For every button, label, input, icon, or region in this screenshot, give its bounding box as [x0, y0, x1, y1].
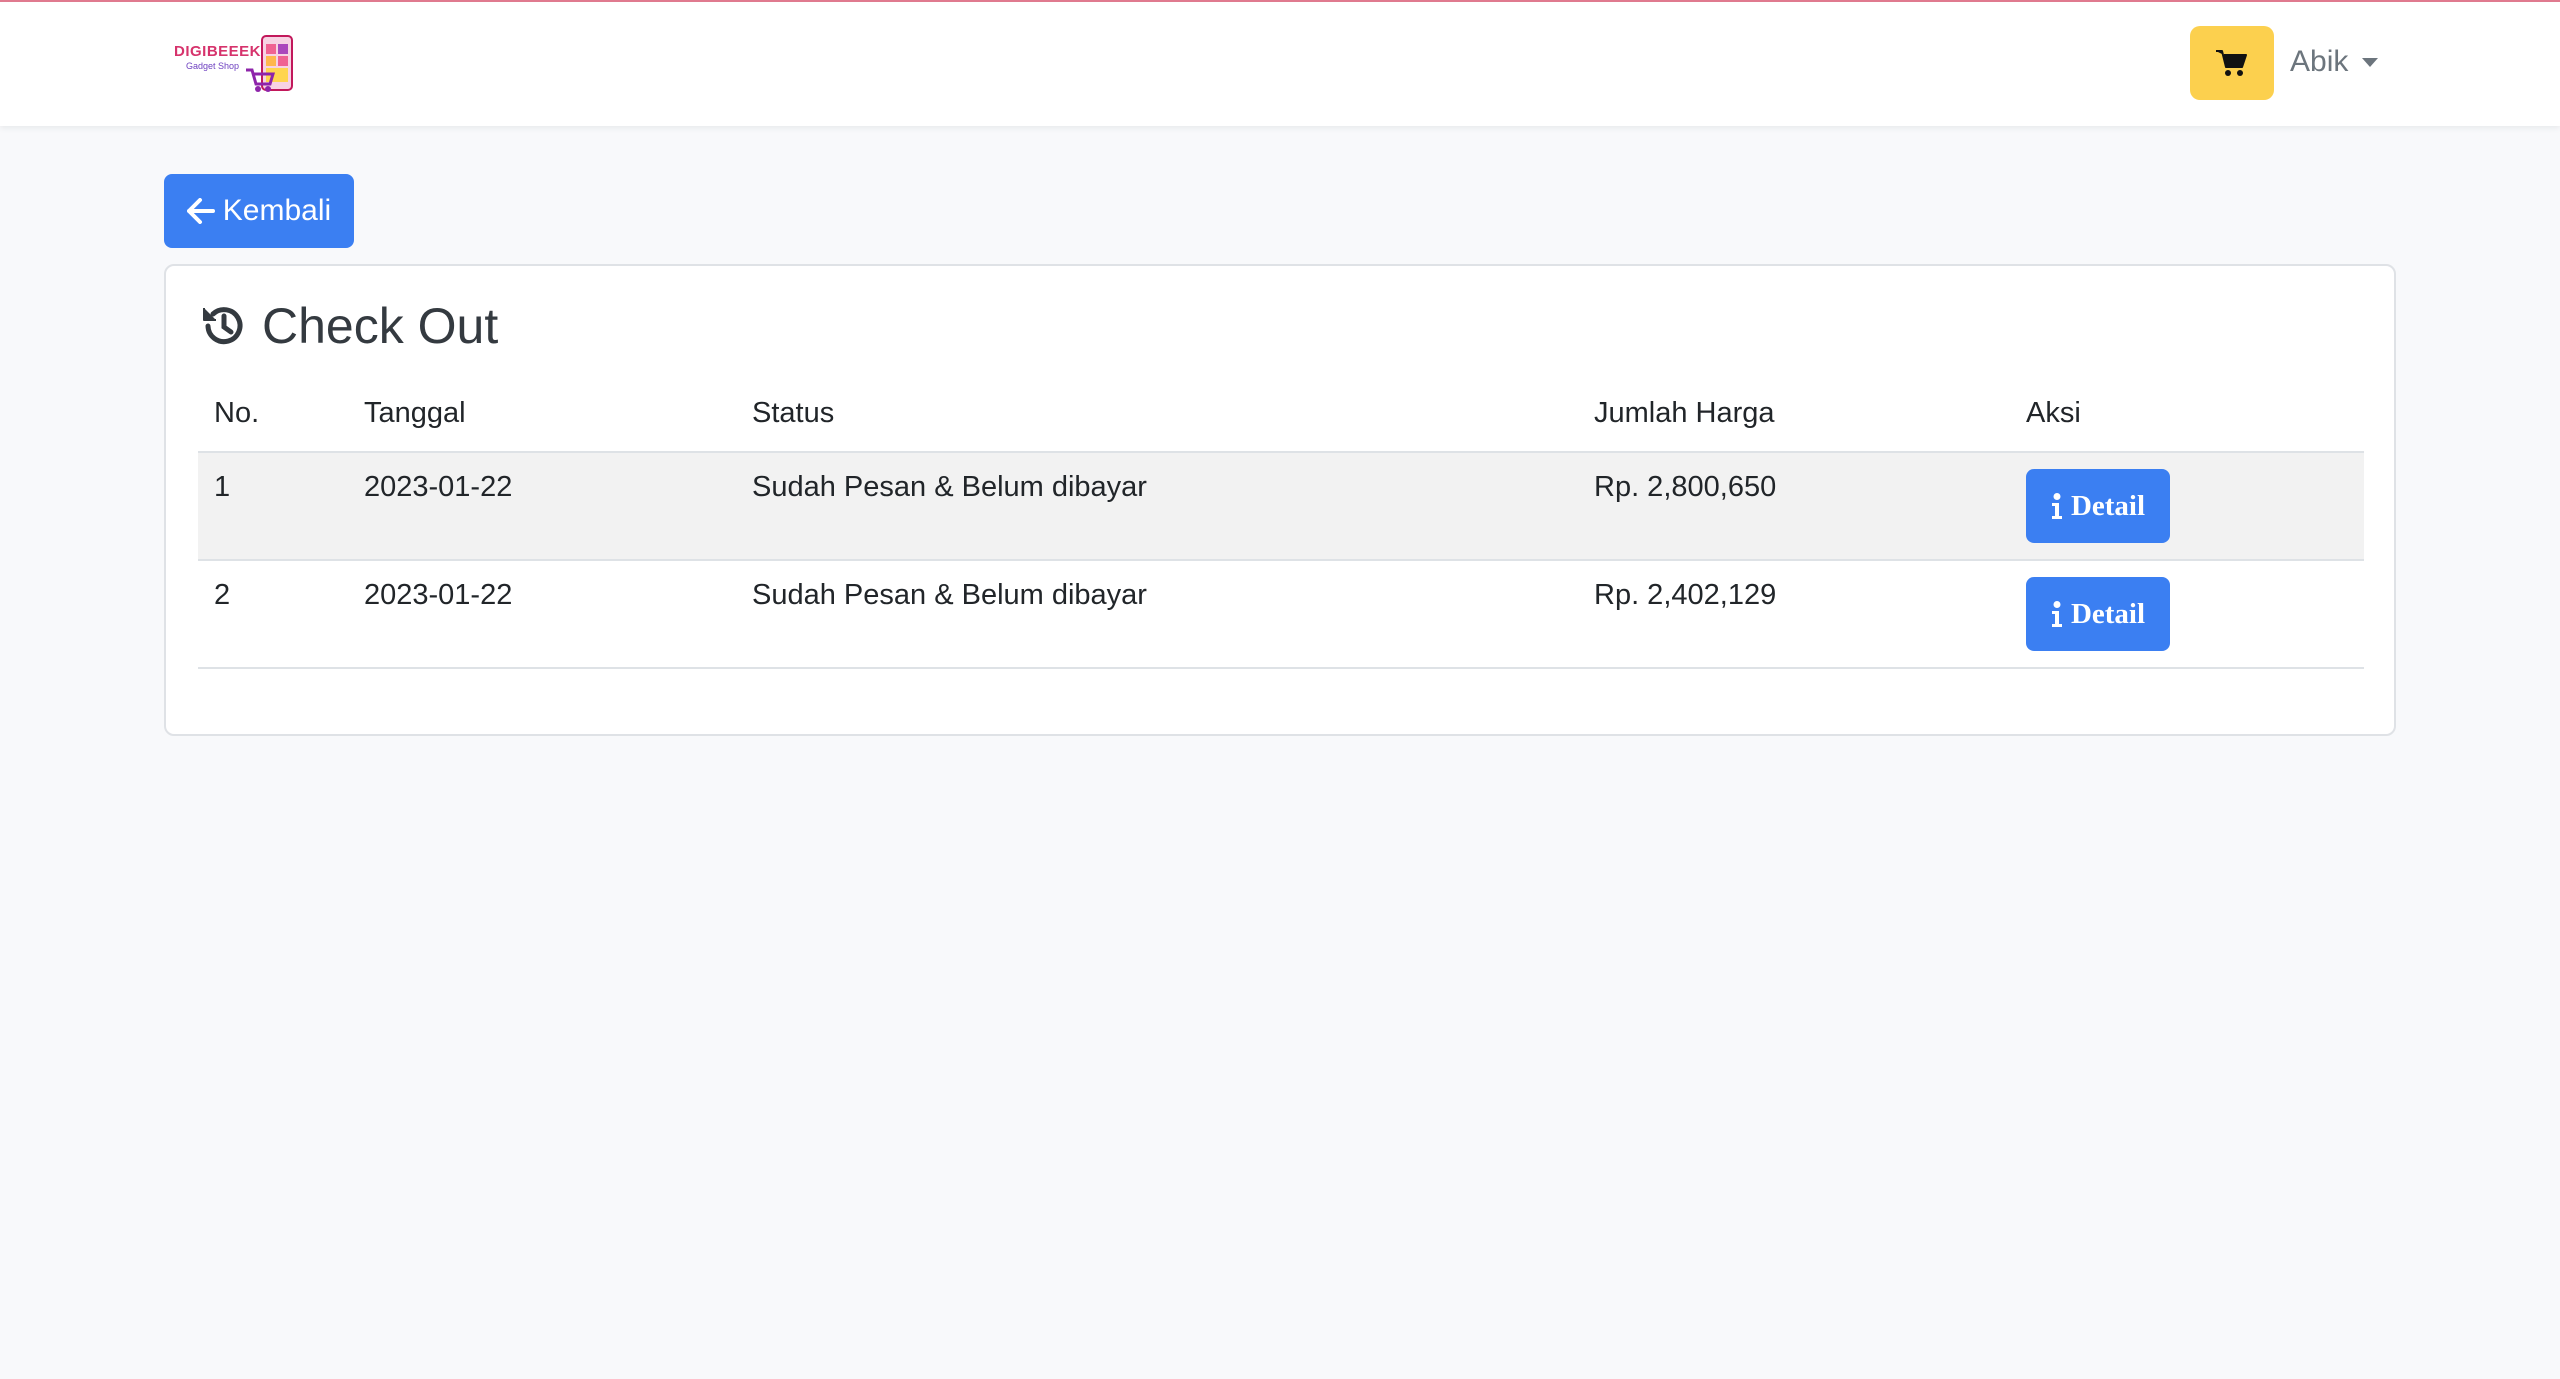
navbar: DIGIBEEEK Gadget Shop Abik [0, 0, 2560, 126]
info-icon [2051, 493, 2062, 519]
back-button[interactable]: Kembali [164, 174, 354, 248]
back-button-label: Kembali [222, 194, 332, 227]
cell-action: Detail [2010, 560, 2364, 669]
detail-button[interactable]: Detail [2026, 577, 2170, 651]
cell-total: Rp. 2,402,129 [1578, 560, 2010, 669]
cell-date: 2023-01-22 [348, 560, 736, 669]
brand-logo[interactable]: DIGIBEEEK Gadget Shop [172, 32, 298, 96]
cell-status: Sudah Pesan & Belum dibayar [736, 560, 1578, 669]
chevron-down-icon [2362, 57, 2379, 67]
cart-button[interactable] [2190, 26, 2274, 100]
shopping-cart-icon [2216, 50, 2247, 76]
cell-status: Sudah Pesan & Belum dibayar [736, 452, 1578, 561]
info-icon [2051, 601, 2062, 627]
arrow-left-icon [186, 198, 215, 224]
column-header-action: Aksi [2010, 376, 2364, 453]
detail-button[interactable]: Detail [2026, 469, 2170, 543]
page-title-text: Check Out [262, 298, 499, 354]
detail-button-label: Detail [2070, 489, 2146, 522]
table-header-row: No. Tanggal Status Jumlah Harga Aksi [198, 376, 2364, 453]
column-header-no: No. [198, 376, 348, 453]
column-header-date: Tanggal [348, 376, 736, 453]
history-icon [203, 307, 243, 345]
cell-no: 1 [198, 452, 348, 561]
checkout-card: Check Out No. Tanggal Status Jumlah Harg… [164, 264, 2396, 736]
column-header-status: Status [736, 376, 1578, 453]
user-dropdown[interactable]: Abik [2290, 42, 2379, 82]
cell-total: Rp. 2,800,650 [1578, 452, 2010, 561]
user-name: Abik [2290, 45, 2349, 78]
checkout-table: No. Tanggal Status Jumlah Harga Aksi 1 2… [198, 376, 2364, 669]
page-title: Check Out [198, 296, 498, 356]
cell-action: Detail [2010, 452, 2364, 561]
cell-no: 2 [198, 560, 348, 669]
phone-cart-logo-icon [246, 35, 293, 92]
detail-button-label: Detail [2070, 597, 2146, 630]
table-row: 2 2023-01-22 Sudah Pesan & Belum dibayar… [198, 560, 2364, 669]
cell-date: 2023-01-22 [348, 452, 736, 561]
column-header-total: Jumlah Harga [1578, 376, 2010, 453]
table-row: 1 2023-01-22 Sudah Pesan & Belum dibayar… [198, 452, 2364, 561]
